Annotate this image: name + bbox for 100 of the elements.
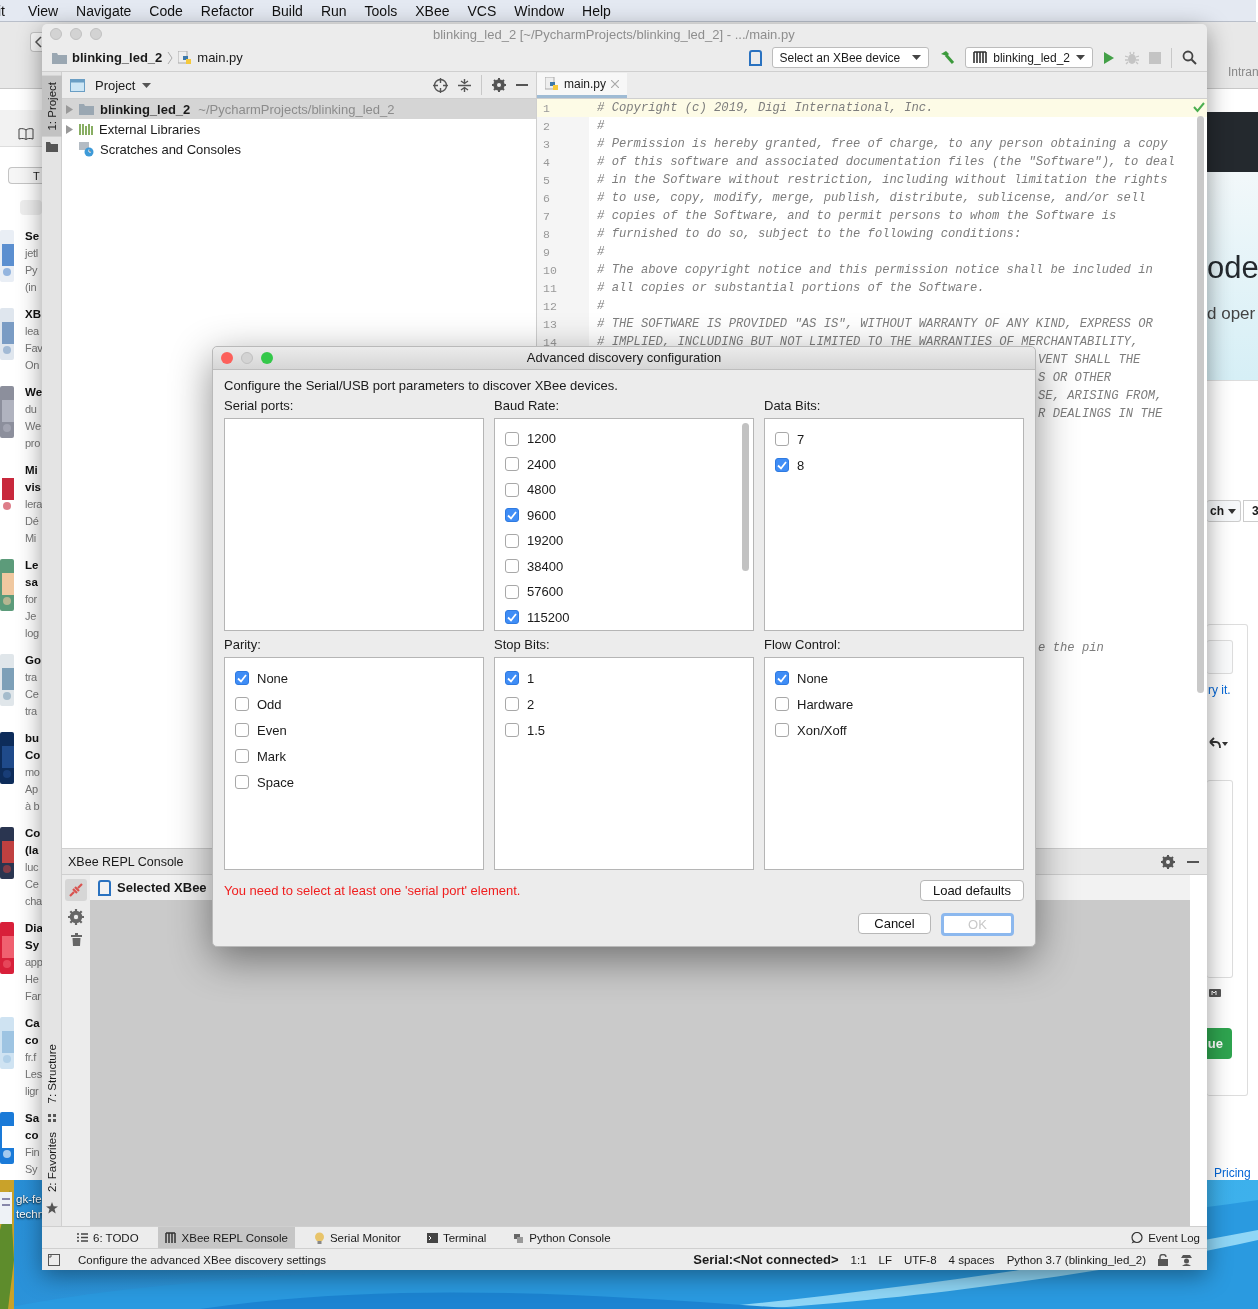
device-dropdown[interactable]: Select an XBee device <box>771 47 930 68</box>
menu-item[interactable]: Help <box>573 0 620 21</box>
lock-icon[interactable] <box>1158 1253 1168 1266</box>
checkbox[interactable] <box>235 775 249 789</box>
disconnect-button[interactable] <box>65 879 87 901</box>
article-title[interactable]: Go <box>25 652 41 669</box>
checkbox[interactable] <box>775 723 789 737</box>
checkbox-option[interactable]: Space <box>225 769 300 795</box>
checkbox[interactable] <box>775 458 789 472</box>
editor-tab[interactable]: main.py <box>537 73 628 98</box>
cursor-position[interactable]: 1:1 <box>850 1253 867 1266</box>
line-separator[interactable]: LF <box>878 1253 892 1266</box>
checkbox-option[interactable]: 19200 <box>495 528 570 554</box>
article-title[interactable]: Co <box>25 747 41 764</box>
article-title[interactable]: Dia <box>25 920 43 937</box>
close-button[interactable] <box>221 352 233 364</box>
menu-item[interactable]: Tools <box>355 0 407 21</box>
trash-icon[interactable] <box>70 933 82 946</box>
article-title[interactable]: vis <box>25 479 43 496</box>
settings-icon[interactable] <box>1161 854 1175 869</box>
checkbox[interactable] <box>505 508 519 523</box>
article-title[interactable]: bu <box>25 730 41 747</box>
scrollbar[interactable] <box>742 423 749 571</box>
checkbox[interactable] <box>775 697 789 711</box>
menu-item[interactable]: Refactor <box>191 0 263 21</box>
checkbox[interactable] <box>505 671 519 685</box>
article-title[interactable]: XB <box>25 306 43 323</box>
article-title[interactable]: (la <box>25 842 42 859</box>
checkbox-option[interactable]: 115200 <box>495 604 576 630</box>
article-title[interactable]: Le <box>25 557 39 574</box>
text-area[interactable] <box>1207 780 1233 978</box>
checkbox-option[interactable]: 7 <box>765 426 811 452</box>
close-button[interactable] <box>50 28 62 40</box>
interpreter[interactable]: Python 3.7 (blinking_led_2) <box>1006 1253 1146 1266</box>
tool-window-tab[interactable]: 2: Favorites <box>42 1125 62 1198</box>
article-title[interactable]: Sy <box>25 937 43 954</box>
search-icon[interactable] <box>1182 50 1197 65</box>
checkbox[interactable] <box>775 432 789 446</box>
settings-icon[interactable] <box>68 909 84 925</box>
checkbox[interactable] <box>235 749 249 763</box>
tool-window-tab[interactable]: Python Console <box>505 1227 618 1248</box>
breadcrumb[interactable]: main.py <box>197 50 243 65</box>
checkbox[interactable] <box>505 610 519 625</box>
menu-item[interactable]: XBee <box>406 0 459 21</box>
tool-window-tab[interactable]: 7: Structure <box>42 1038 62 1110</box>
menu-item[interactable]: Build <box>262 0 312 21</box>
checkbox-option[interactable]: 57600 <box>495 579 570 605</box>
file-encoding[interactable]: UTF-8 <box>904 1253 937 1266</box>
list-box[interactable]: 1 2 1.5 <box>494 657 754 870</box>
minimize-icon[interactable] <box>1187 860 1199 863</box>
article-title[interactable]: sa <box>25 574 39 591</box>
checkbox-option[interactable]: 38400 <box>495 553 570 579</box>
menu-item[interactable]: Window <box>505 0 574 21</box>
checkbox-option[interactable]: 1200 <box>495 426 562 452</box>
checkbox-option[interactable]: None <box>765 665 835 691</box>
list-box[interactable]: 7 8 <box>764 418 1024 631</box>
checkbox[interactable] <box>505 533 519 548</box>
tool-window-tab[interactable]: 6: TODO <box>70 1227 146 1248</box>
menu-item[interactable]: VCS <box>458 0 506 21</box>
branch-button[interactable]: ch <box>1207 500 1241 522</box>
menu-item[interactable]: Code <box>140 0 192 21</box>
run-configuration-dropdown[interactable]: blinking_led_2 <box>965 47 1093 68</box>
tree-item[interactable]: External Libraries <box>62 119 536 139</box>
checkbox-option[interactable]: 1.5 <box>495 717 552 743</box>
tree-item[interactable]: blinking_led_2 ~/PycharmProjects/blinking_led_2 <box>62 99 536 119</box>
checkbox[interactable] <box>235 671 249 685</box>
article-title[interactable]: We <box>25 384 43 401</box>
checkbox-option[interactable]: None <box>225 665 295 691</box>
collapse-icon[interactable] <box>458 78 471 92</box>
checkbox[interactable] <box>235 697 249 711</box>
tool-window-tab[interactable]: XBee REPL Console <box>157 1227 295 1248</box>
menu-item[interactable]: View <box>19 0 68 21</box>
checkbox[interactable] <box>235 723 249 737</box>
checkbox-option[interactable]: Hardware <box>765 691 860 717</box>
settings-icon[interactable] <box>492 78 506 92</box>
checkbox[interactable] <box>505 697 519 711</box>
tree-item[interactable]: Scratches and Consoles <box>62 139 536 159</box>
article-title[interactable]: co <box>25 1127 40 1144</box>
link[interactable]: ry it. <box>1208 683 1231 697</box>
zoom-button[interactable] <box>261 352 273 364</box>
crosshair-icon[interactable] <box>433 77 448 93</box>
event-log-button[interactable]: Event Log <box>1124 1227 1207 1248</box>
segment-button[interactable]: T <box>8 167 42 184</box>
menu-item[interactable]: Navigate <box>67 0 141 21</box>
checkbox-option[interactable]: 8 <box>765 452 811 478</box>
article-title[interactable]: co <box>25 1032 42 1049</box>
back-button[interactable] <box>30 32 42 52</box>
checkbox-option[interactable]: Mark <box>225 743 292 769</box>
checkbox-option[interactable]: 9600 <box>495 502 562 528</box>
checkbox-option[interactable]: Even <box>225 717 293 743</box>
checkbox-option[interactable]: 2 <box>495 691 541 717</box>
load-defaults-button[interactable]: Load defaults <box>919 879 1024 901</box>
zoom-button[interactable] <box>90 28 102 40</box>
checkbox[interactable] <box>505 559 519 574</box>
checkbox[interactable] <box>775 671 789 685</box>
checkbox[interactable] <box>505 431 519 446</box>
article-title[interactable]: Sa <box>25 1110 40 1127</box>
tool-window-tab[interactable]: 1: Project <box>42 76 62 137</box>
article-title[interactable]: Se <box>25 228 40 245</box>
minimize-button[interactable] <box>70 28 82 40</box>
